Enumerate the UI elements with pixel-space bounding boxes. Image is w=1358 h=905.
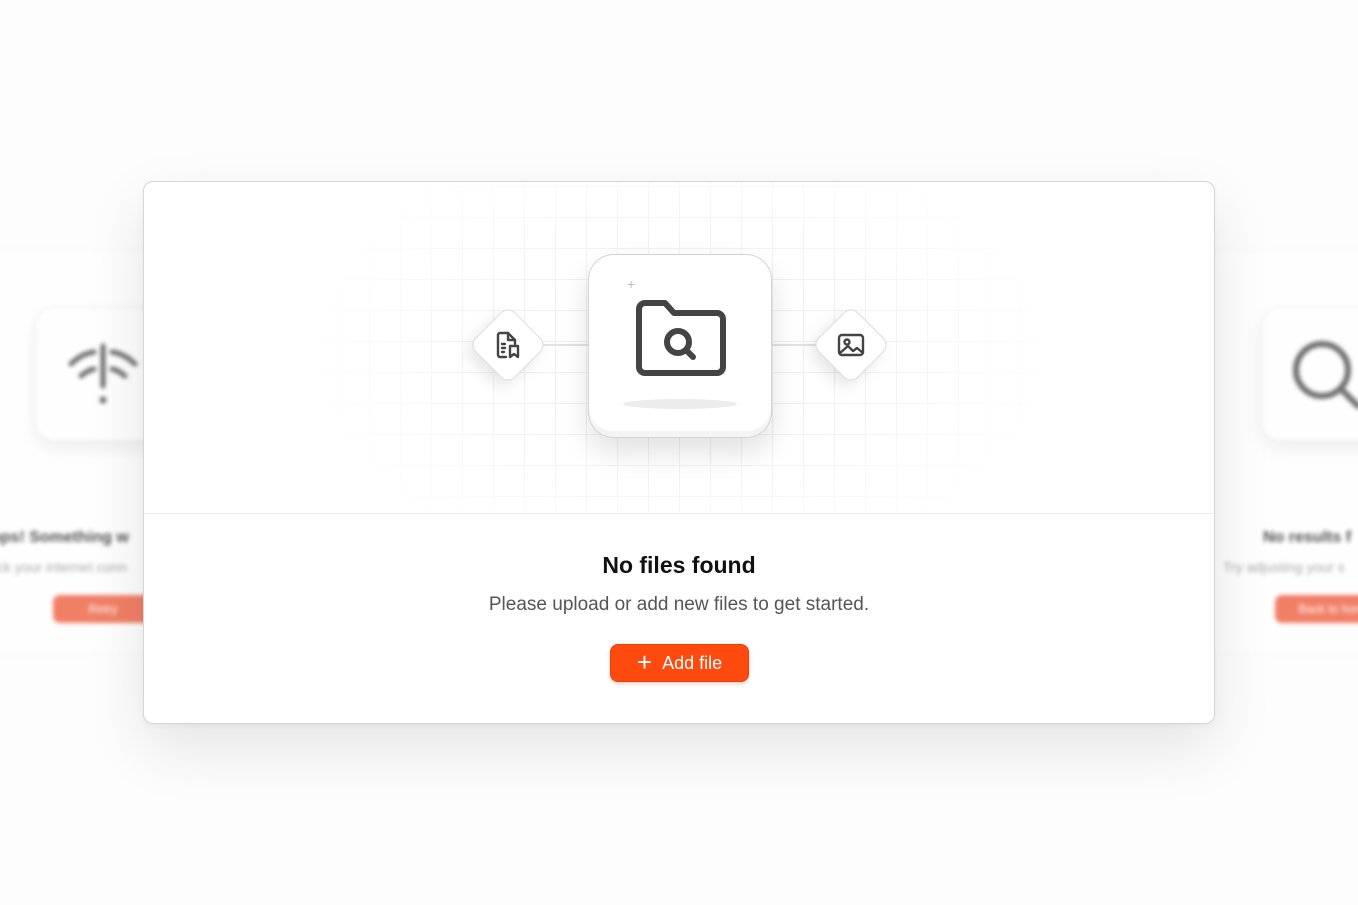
empty-state-subtitle: Please upload or add new files to get st…	[488, 594, 870, 615]
stage: ops! Something w ck your internet conn R…	[0, 0, 1358, 905]
empty-state-card: + No files found Please upload or add ne…	[143, 181, 1215, 724]
search-icon	[1261, 307, 1358, 441]
image-icon	[833, 327, 869, 363]
background-left-subtitle: ck your internet conn	[0, 559, 127, 575]
empty-state-content: No files found Please upload or add new …	[144, 514, 1214, 723]
background-right-title: No results f	[1263, 529, 1352, 546]
sparkle-plus-icon: +	[627, 276, 636, 292]
folder-search-icon	[636, 300, 726, 376]
empty-state-illustration: +	[144, 182, 1214, 514]
tile-shadow	[623, 399, 737, 409]
folder-search-tile: +	[588, 254, 772, 438]
plus-icon: +	[636, 647, 653, 677]
add-file-label: Add file	[662, 652, 723, 673]
background-card-right: No results f Try adjusting your s Back t…	[1190, 250, 1358, 654]
connector-right	[769, 344, 819, 346]
background-left-title: ops! Something w	[0, 529, 129, 546]
retry-button: Retry	[53, 595, 153, 623]
back-to-home-button: Back to hon	[1275, 595, 1358, 623]
background-right-subtitle: Try adjusting your s	[1223, 559, 1345, 575]
empty-state-title: No files found	[602, 552, 756, 578]
connector-left	[539, 344, 589, 346]
document-bookmark-icon	[490, 327, 526, 363]
add-file-button[interactable]: + Add file	[610, 644, 749, 682]
